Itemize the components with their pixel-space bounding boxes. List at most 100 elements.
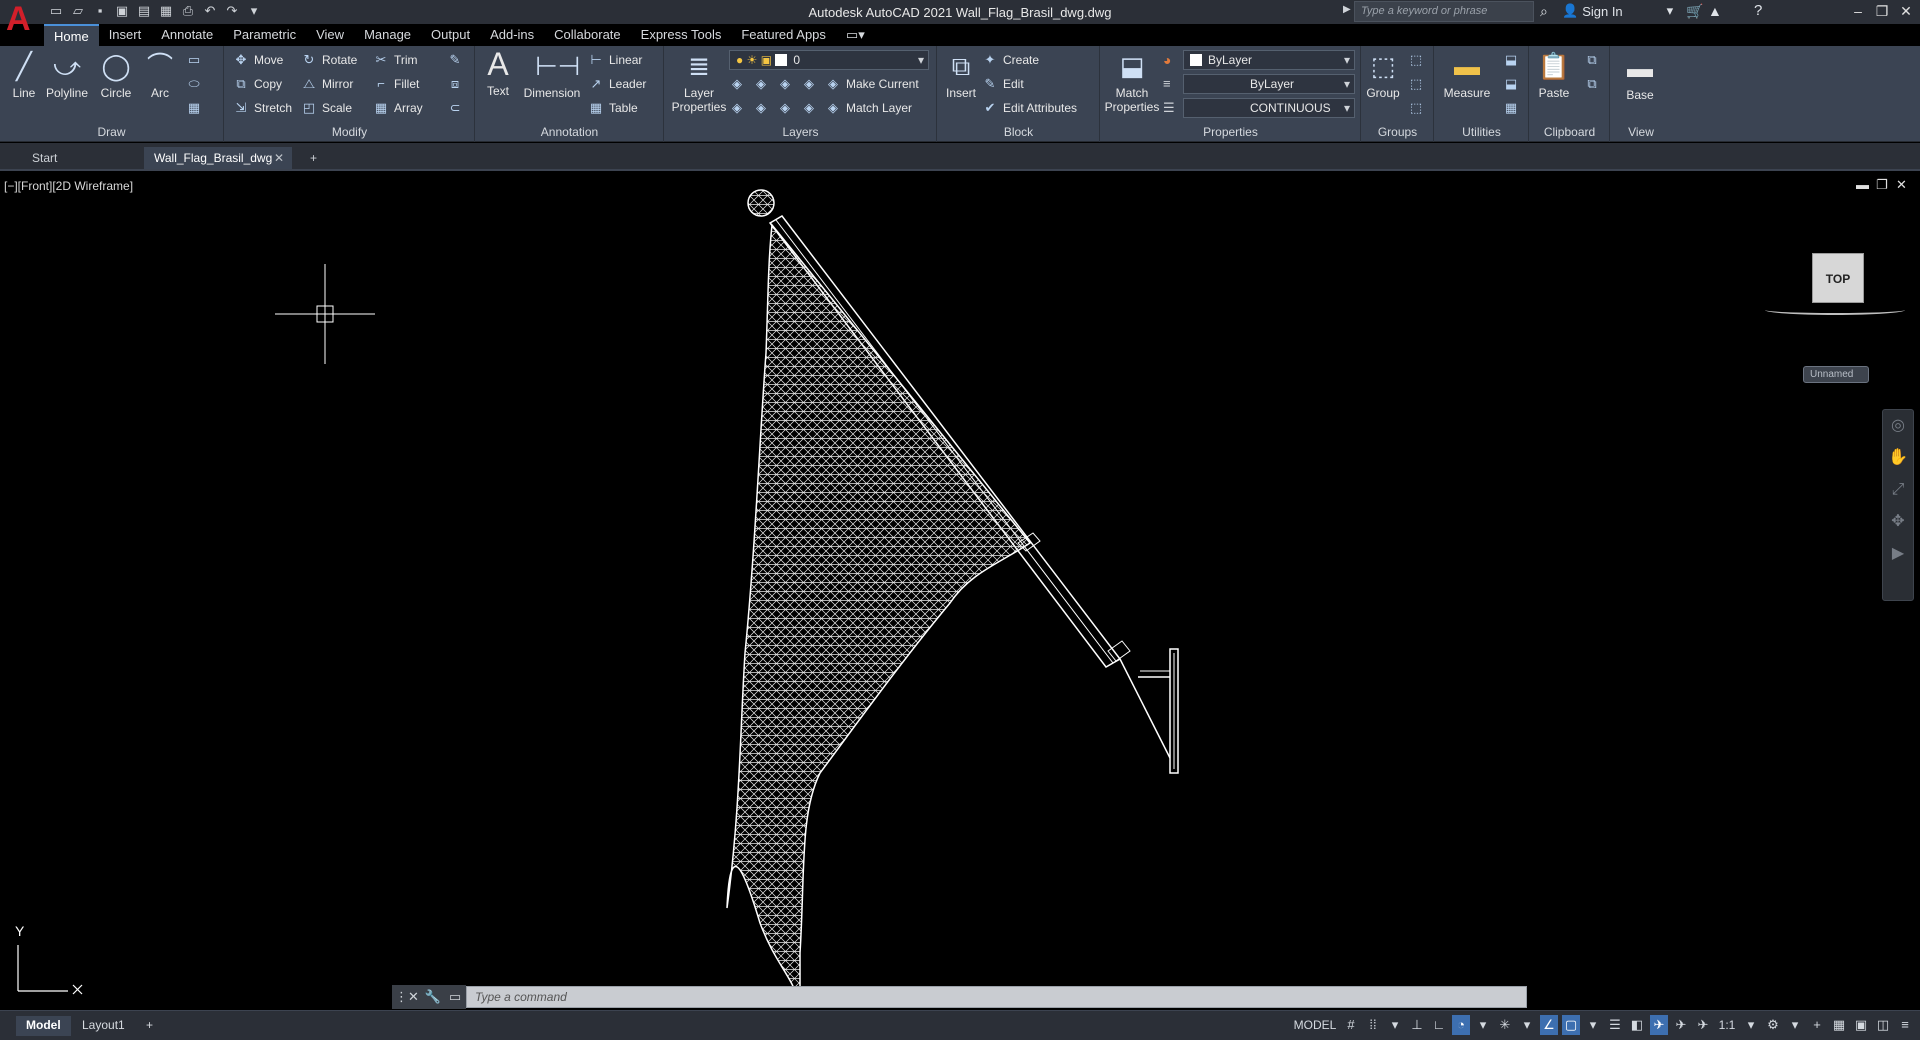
search-icon[interactable]: ⌕ [1540, 3, 1548, 20]
scale-chevron-icon[interactable]: ▾ [1742, 1015, 1760, 1035]
line-button[interactable]: ╱ Line [4, 50, 44, 100]
auto-scale-icon[interactable]: ✈ [1672, 1015, 1690, 1035]
drawing-viewport[interactable]: [−][Front][2D Wireframe] ▬ ❐ ✕ TOP Unnam… [0, 173, 1920, 1010]
flag-wireframe-drawing[interactable] [700, 173, 1220, 1010]
close-tab-icon[interactable]: ✕ [274, 151, 284, 165]
workspace-chevron-icon[interactable]: ▾ [1786, 1015, 1804, 1035]
annotation-monitor-icon[interactable]: + [1808, 1015, 1826, 1035]
linear-button[interactable]: ⊢ Linear [588, 50, 642, 70]
command-input[interactable]: Type a command [466, 986, 1527, 1008]
text-button[interactable]: A Text [480, 48, 516, 98]
grid-icon[interactable]: # [1342, 1015, 1360, 1035]
pan-icon[interactable]: ✋ [1883, 442, 1913, 474]
circle-button[interactable]: ◯ Circle [96, 50, 136, 100]
base-view-button[interactable]: ▬ Base [1615, 52, 1665, 102]
tab-annotate[interactable]: Annotate [151, 24, 223, 46]
ortho-icon[interactable]: ∟ [1430, 1015, 1448, 1035]
viewport-close-icon[interactable]: ✕ [1896, 177, 1907, 193]
layer-dropdown[interactable]: ● ☀ ▣ 0 [729, 50, 929, 70]
ucs-menu-button[interactable]: Unnamed [1803, 366, 1869, 383]
autodesk-app-icon[interactable]: ▲ [1708, 3, 1722, 19]
ellipse-button[interactable]: ⬭ [186, 74, 202, 94]
osnap-chevron-icon[interactable]: ▾ [1584, 1015, 1602, 1035]
web-mobile-icon[interactable]: ▤ [136, 3, 152, 19]
tab-view[interactable]: View [306, 24, 354, 46]
group-edit-button[interactable]: ⬚ [1408, 74, 1424, 94]
viewport-restore-icon[interactable]: ❐ [1876, 177, 1888, 193]
recent-commands-icon[interactable]: ▭ [444, 985, 466, 1009]
tab-express-tools[interactable]: Express Tools [631, 24, 732, 46]
insert-button[interactable]: ⧉ Insert [942, 50, 980, 100]
view-panel-label[interactable]: View [1611, 125, 1671, 139]
group-button[interactable]: ⬚ Group [1364, 50, 1402, 100]
hatch-button[interactable]: ▦ [186, 98, 202, 118]
layer-freeze-icon[interactable]: ◈ [777, 76, 793, 92]
tab-insert[interactable]: Insert [99, 24, 152, 46]
clipboard-panel-label[interactable]: Clipboard [1530, 125, 1609, 139]
edit-attributes-button[interactable]: ✔ Edit Attributes [982, 98, 1078, 118]
layer-off-icon[interactable]: ◈ [729, 76, 745, 92]
isodraft-chevron-icon[interactable]: ▾ [1518, 1015, 1536, 1035]
erase-button[interactable]: ✎ [447, 50, 463, 70]
explode-button[interactable]: ⧈ [447, 74, 463, 94]
save-as-icon[interactable]: ▣ [114, 3, 130, 19]
ungroup-button[interactable]: ⬚ [1408, 50, 1424, 70]
undo-icon[interactable]: ↶ [202, 3, 218, 19]
annotation-visibility-icon[interactable]: ✈ [1650, 1015, 1668, 1035]
add-layout-icon[interactable]: + [136, 1016, 163, 1036]
layer-isolate-icon[interactable]: ◈ [753, 76, 769, 92]
infer-constraints-icon[interactable]: ⊥ [1408, 1015, 1426, 1035]
tab-manage[interactable]: Manage [354, 24, 421, 46]
offset-button[interactable]: ⊂ [447, 98, 463, 118]
autocad-logo[interactable]: A [6, 2, 34, 36]
redo-icon[interactable]: ↷ [224, 3, 240, 19]
block-panel-label[interactable]: Block [938, 125, 1099, 139]
mirror-button[interactable]: ⧍ Mirror [301, 74, 353, 94]
zoom-extents-icon[interactable]: ⤢ [1883, 474, 1913, 506]
sign-in-button[interactable]: 👤 Sign In ▾ [1562, 3, 1673, 19]
showmotion-icon[interactable]: ▶ [1883, 538, 1913, 570]
tab-output[interactable]: Output [421, 24, 480, 46]
new-icon[interactable]: ▭ [48, 3, 64, 19]
stretch-button[interactable]: ⇲ Stretch [233, 98, 292, 118]
search-input[interactable]: Type a keyword or phrase [1354, 1, 1534, 22]
layer-on-icon[interactable]: ◈ [729, 100, 745, 116]
tab-add-ins[interactable]: Add-ins [480, 24, 544, 46]
print-icon[interactable]: ⎙ [180, 3, 196, 19]
edit-block-button[interactable]: ✎ Edit [982, 74, 1024, 94]
select-all-button[interactable]: ⬓ [1503, 74, 1519, 94]
save-icon[interactable]: ▪ [92, 3, 108, 19]
dimension-button[interactable]: ⊢⊣ Dimension [522, 50, 582, 100]
command-line-grip-icon[interactable]: ⋮✕ [392, 985, 422, 1009]
object-snap-tracking-icon[interactable]: ∠ [1540, 1015, 1558, 1035]
cut-button[interactable]: ⧉ [1584, 50, 1600, 70]
utilities-panel-label[interactable]: Utilities [1435, 125, 1528, 139]
scale-button[interactable]: ◰ Scale [301, 98, 352, 118]
model-space-toggle[interactable]: MODEL [1292, 1015, 1338, 1035]
snap-chevron-icon[interactable]: ▾ [1386, 1015, 1404, 1035]
workspace-toggle-icon[interactable]: ▭▾ [836, 24, 875, 46]
layout1-tab[interactable]: Layout1 [72, 1016, 135, 1036]
customize-status-icon[interactable]: ≡ [1896, 1015, 1914, 1035]
move-button[interactable]: ✥ Move [233, 50, 284, 70]
object-snap-icon[interactable]: ▢ [1562, 1015, 1580, 1035]
layer-unisolate-icon[interactable]: ◈ [753, 100, 769, 116]
quick-select-button[interactable]: ⬓ [1503, 50, 1519, 70]
group-selection-button[interactable]: ⬚ [1408, 98, 1424, 118]
annotation-panel-label[interactable]: Annotation [476, 125, 663, 139]
workspace-gear-icon[interactable]: ⚙ [1764, 1015, 1782, 1035]
measure-button[interactable]: ▬ Measure [1437, 50, 1497, 100]
groups-panel-label[interactable]: Groups [1362, 125, 1433, 139]
table-button[interactable]: ▦ Table [588, 98, 638, 118]
isolate-objects-icon[interactable]: ◫ [1874, 1015, 1892, 1035]
layer-lock-icon[interactable]: ◈ [801, 76, 817, 92]
rotate-button[interactable]: ↻ Rotate [301, 50, 358, 70]
layer-properties-button[interactable]: ≣ Layer Properties [671, 50, 727, 114]
color-dropdown[interactable]: ByLayer [1183, 50, 1355, 70]
units-icon[interactable]: ▦ [1830, 1015, 1848, 1035]
match-properties-button[interactable]: ⬓ Match Properties [1103, 50, 1161, 114]
tab-featured-apps[interactable]: Featured Apps [731, 24, 836, 46]
customize-chevron-icon[interactable]: ▾ [246, 3, 262, 19]
help-icon[interactable]: ? [1754, 2, 1762, 19]
steering-wheel-icon[interactable]: ◎ [1883, 410, 1913, 442]
